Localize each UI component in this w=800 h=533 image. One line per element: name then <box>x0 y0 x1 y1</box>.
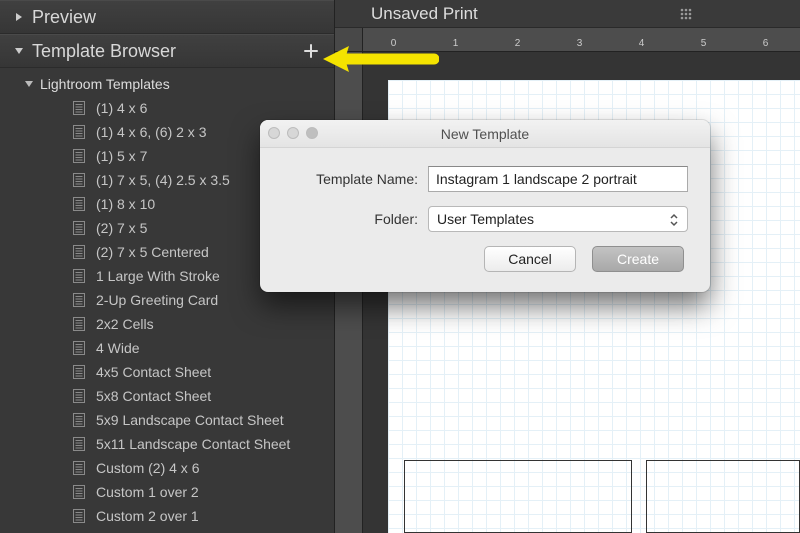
template-icon <box>72 244 86 260</box>
preview-panel-header[interactable]: Preview <box>0 0 334 34</box>
template-icon <box>72 316 86 332</box>
template-icon <box>72 364 86 380</box>
tree-item[interactable]: 5x8 Contact Sheet <box>0 384 334 408</box>
create-button[interactable]: Create <box>592 246 684 272</box>
ruler-tick: 4 <box>641 28 642 52</box>
ruler-corner <box>335 28 363 52</box>
disclosure-right-icon <box>12 10 26 24</box>
tree-item[interactable]: Custom 1 over 2 <box>0 480 334 504</box>
dialog-title-bar[interactable]: New Template <box>260 120 710 148</box>
close-icon[interactable] <box>268 127 280 139</box>
tree-item[interactable]: (1) 4 x 6 <box>0 96 334 120</box>
folder-label: Folder: <box>290 211 418 227</box>
layout-cell[interactable] <box>404 460 632 533</box>
dialog-title: New Template <box>441 126 529 142</box>
tree-item-label: (1) 7 x 5, (4) 2.5 x 3.5 <box>96 172 230 188</box>
template-icon <box>72 196 86 212</box>
chevron-updown-icon <box>665 210 683 230</box>
tree-item-label: (1) 4 x 6, (6) 2 x 3 <box>96 124 206 140</box>
grip-icon <box>679 6 693 20</box>
tree-item[interactable]: 5x9 Landscape Contact Sheet <box>0 408 334 432</box>
tree-item-label: (1) 4 x 6 <box>96 100 147 116</box>
cancel-button[interactable]: Cancel <box>484 246 576 272</box>
add-template-button[interactable] <box>300 40 322 62</box>
ruler-tick: 1 <box>455 28 456 52</box>
tree-item-label: (2) 7 x 5 Centered <box>96 244 209 260</box>
tree-item-label: (2) 7 x 5 <box>96 220 147 236</box>
tree-item[interactable]: Custom 4 square <box>0 528 334 533</box>
document-title: Unsaved Print <box>371 4 478 24</box>
template-icon <box>72 484 86 500</box>
template-icon <box>72 508 86 524</box>
tree-item-label: (1) 8 x 10 <box>96 196 155 212</box>
template-icon <box>72 268 86 284</box>
tree-item[interactable]: 4x5 Contact Sheet <box>0 360 334 384</box>
tree-item-label: Custom 1 over 2 <box>96 484 199 500</box>
tree-item-label: 4 Wide <box>96 340 140 356</box>
ruler-tick: 0 <box>393 28 394 52</box>
template-icon <box>72 220 86 236</box>
folder-label: Lightroom Templates <box>40 76 170 92</box>
document-title-bar: Unsaved Print <box>335 0 800 28</box>
tree-item-label: 5x8 Contact Sheet <box>96 388 211 404</box>
preview-label: Preview <box>32 7 96 28</box>
ruler-tick: 6 <box>765 28 766 52</box>
tree-item[interactable]: Custom 2 over 1 <box>0 504 334 528</box>
folder-select[interactable]: User Templates <box>428 206 688 232</box>
minimize-icon[interactable] <box>287 127 299 139</box>
template-icon <box>72 460 86 476</box>
template-icon <box>72 124 86 140</box>
template-icon <box>72 412 86 428</box>
template-browser-panel-header[interactable]: Template Browser <box>0 34 334 68</box>
tree-item-label: Custom (2) 4 x 6 <box>96 460 199 476</box>
template-icon <box>72 172 86 188</box>
tree-item-label: 2x2 Cells <box>96 316 154 332</box>
layout-cell[interactable] <box>646 460 800 533</box>
zoom-icon[interactable] <box>306 127 318 139</box>
template-name-input[interactable] <box>428 166 688 192</box>
tree-item[interactable]: Custom (2) 4 x 6 <box>0 456 334 480</box>
tree-item-label: 5x9 Landscape Contact Sheet <box>96 412 284 428</box>
disclosure-down-icon <box>24 79 36 89</box>
template-icon <box>72 292 86 308</box>
tree-item-label: 2-Up Greeting Card <box>96 292 218 308</box>
template-icon <box>72 148 86 164</box>
template-browser-label: Template Browser <box>32 41 176 62</box>
tree-item-label: Custom 2 over 1 <box>96 508 199 524</box>
window-controls <box>268 127 318 139</box>
ruler-tick: 5 <box>703 28 704 52</box>
tree-folder-lightroom-templates[interactable]: Lightroom Templates <box>0 72 334 96</box>
ruler-tick: 2 <box>517 28 518 52</box>
tree-item[interactable]: 5x11 Landscape Contact Sheet <box>0 432 334 456</box>
template-name-label: Template Name: <box>290 171 418 187</box>
tree-item[interactable]: 2x2 Cells <box>0 312 334 336</box>
new-template-dialog: New Template Template Name: Folder: User… <box>260 120 710 292</box>
tree-item-label: 5x11 Landscape Contact Sheet <box>96 436 290 452</box>
tree-item-label: 4x5 Contact Sheet <box>96 364 211 380</box>
folder-select-value: User Templates <box>437 211 534 227</box>
disclosure-down-icon <box>12 44 26 58</box>
tree-item-label: 1 Large With Stroke <box>96 268 220 284</box>
ruler-tick: 3 <box>579 28 580 52</box>
ruler-horizontal: 0 1 2 3 4 5 6 <box>363 28 800 52</box>
template-icon <box>72 100 86 116</box>
template-icon <box>72 388 86 404</box>
template-icon <box>72 340 86 356</box>
template-icon <box>72 436 86 452</box>
tree-item[interactable]: 4 Wide <box>0 336 334 360</box>
tree-item-label: (1) 5 x 7 <box>96 148 147 164</box>
